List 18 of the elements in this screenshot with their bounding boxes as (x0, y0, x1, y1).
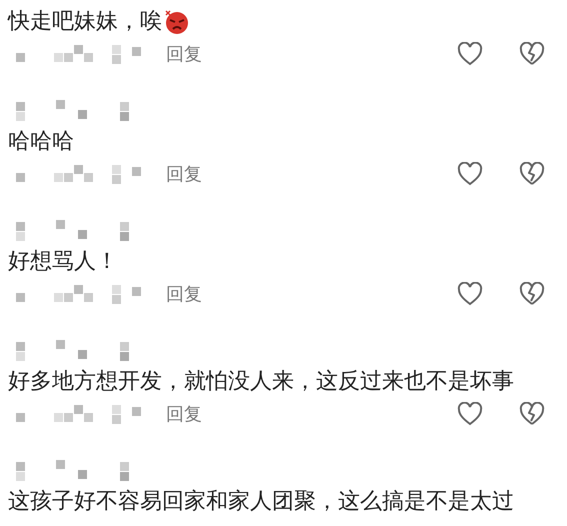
broken-heart-icon[interactable] (519, 162, 545, 186)
reply-link[interactable]: 回复 (166, 280, 202, 308)
comment-text: 哈哈哈 (8, 128, 74, 156)
heart-icon[interactable] (457, 282, 483, 306)
comment-text: 这孩子好不容易回家和家人团聚，这么搞是不是太过 (8, 488, 514, 516)
comment-text: 好多地方想开发，就怕没人来，这反过来也不是坏事 (8, 368, 514, 396)
reply-link[interactable]: 回复 (166, 400, 202, 428)
broken-heart-icon[interactable] (519, 282, 545, 306)
broken-heart-icon[interactable] (519, 42, 545, 66)
heart-icon[interactable] (457, 42, 483, 66)
comment-text: 快走吧妹妹，唉 (8, 8, 162, 36)
broken-heart-icon[interactable] (519, 402, 545, 426)
angry-face-icon (164, 9, 190, 35)
reply-link[interactable]: 回复 (166, 160, 202, 188)
reply-link[interactable]: 回复 (166, 40, 202, 68)
comment-text: 好想骂人！ (8, 248, 118, 276)
heart-icon[interactable] (457, 162, 483, 186)
heart-icon[interactable] (457, 402, 483, 426)
